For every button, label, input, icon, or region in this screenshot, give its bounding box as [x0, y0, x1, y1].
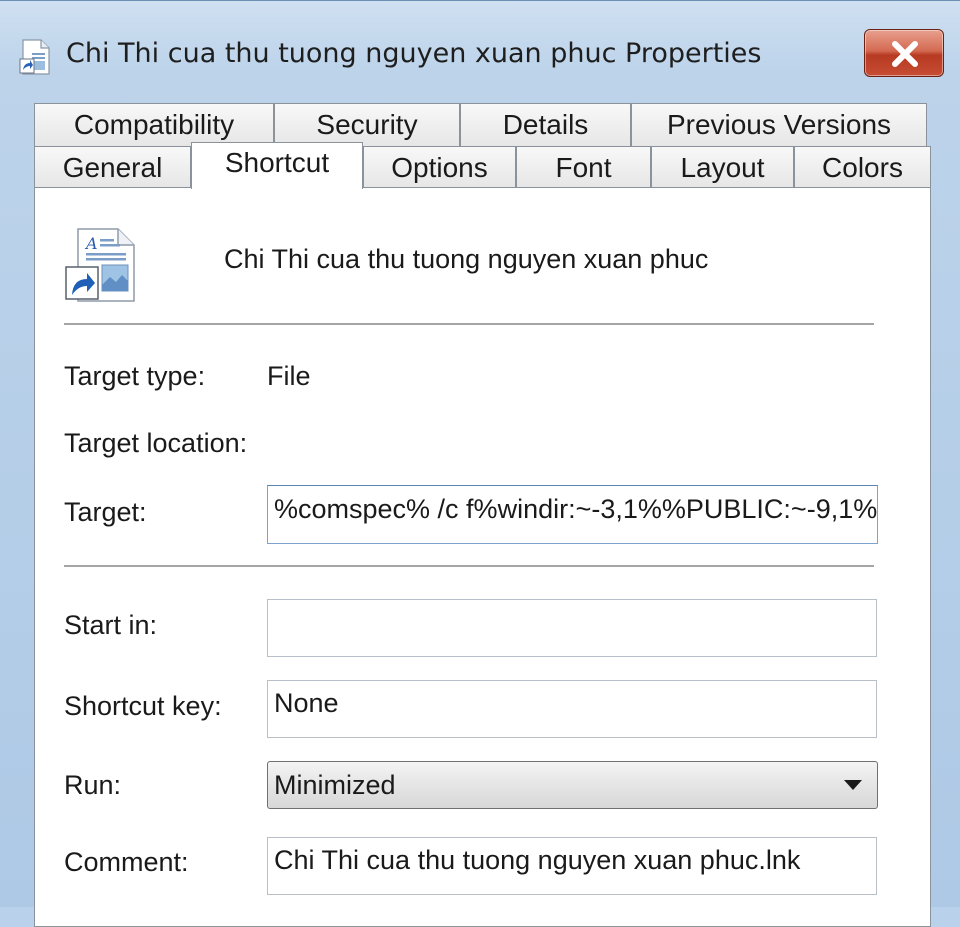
comment-label: Comment: — [64, 847, 189, 877]
window-title: Chi Thi cua thu tuong nguyen xuan phuc P… — [66, 38, 762, 69]
shortcut-panel — [34, 187, 931, 927]
tab-previous-versions[interactable]: Previous Versions — [631, 103, 927, 147]
target-input[interactable]: %comspec% /c f%windir:~-3,1%%PUBLIC:~-9,… — [267, 485, 878, 544]
target-location-label: Target location: — [64, 428, 248, 458]
tab-security[interactable]: Security — [274, 103, 460, 147]
properties-window: Chi Thi cua thu tuong nguyen xuan phuc P… — [0, 0, 960, 927]
start-in-input[interactable] — [267, 599, 877, 657]
close-button[interactable] — [864, 29, 944, 77]
tab-general[interactable]: General — [34, 146, 191, 188]
start-in-label: Start in: — [64, 610, 158, 640]
target-label: Target: — [64, 497, 147, 527]
tab-options[interactable]: Options — [363, 146, 516, 188]
run-select[interactable]: Minimized — [267, 761, 878, 809]
target-type-label: Target type: — [64, 361, 206, 391]
target-type-value: File — [267, 361, 311, 391]
comment-input[interactable]: Chi Thi cua thu tuong nguyen xuan phuc.l… — [267, 837, 877, 895]
svg-text:A: A — [84, 234, 98, 253]
chevron-down-icon — [844, 780, 862, 790]
tab-details[interactable]: Details — [460, 103, 631, 147]
shortcut-name: Chi Thi cua thu tuong nguyen xuan phuc — [224, 244, 709, 274]
title-bar[interactable]: Chi Thi cua thu tuong nguyen xuan phuc P… — [0, 1, 960, 101]
tab-compatibility[interactable]: Compatibility — [34, 103, 274, 147]
tab-font[interactable]: Font — [516, 146, 651, 188]
shortcut-document-icon — [19, 39, 50, 75]
tab-layout[interactable]: Layout — [651, 146, 794, 188]
shortcut-document-icon: A — [65, 228, 135, 302]
run-label: Run: — [64, 770, 122, 800]
close-icon — [892, 41, 918, 67]
shortcut-key-input[interactable]: None — [267, 680, 877, 738]
shortcut-key-label: Shortcut key: — [64, 691, 222, 721]
separator — [64, 565, 874, 568]
tab-shortcut[interactable]: Shortcut — [191, 142, 363, 189]
separator — [64, 323, 874, 326]
run-select-value: Minimized — [274, 770, 396, 800]
tab-colors[interactable]: Colors — [794, 146, 931, 188]
